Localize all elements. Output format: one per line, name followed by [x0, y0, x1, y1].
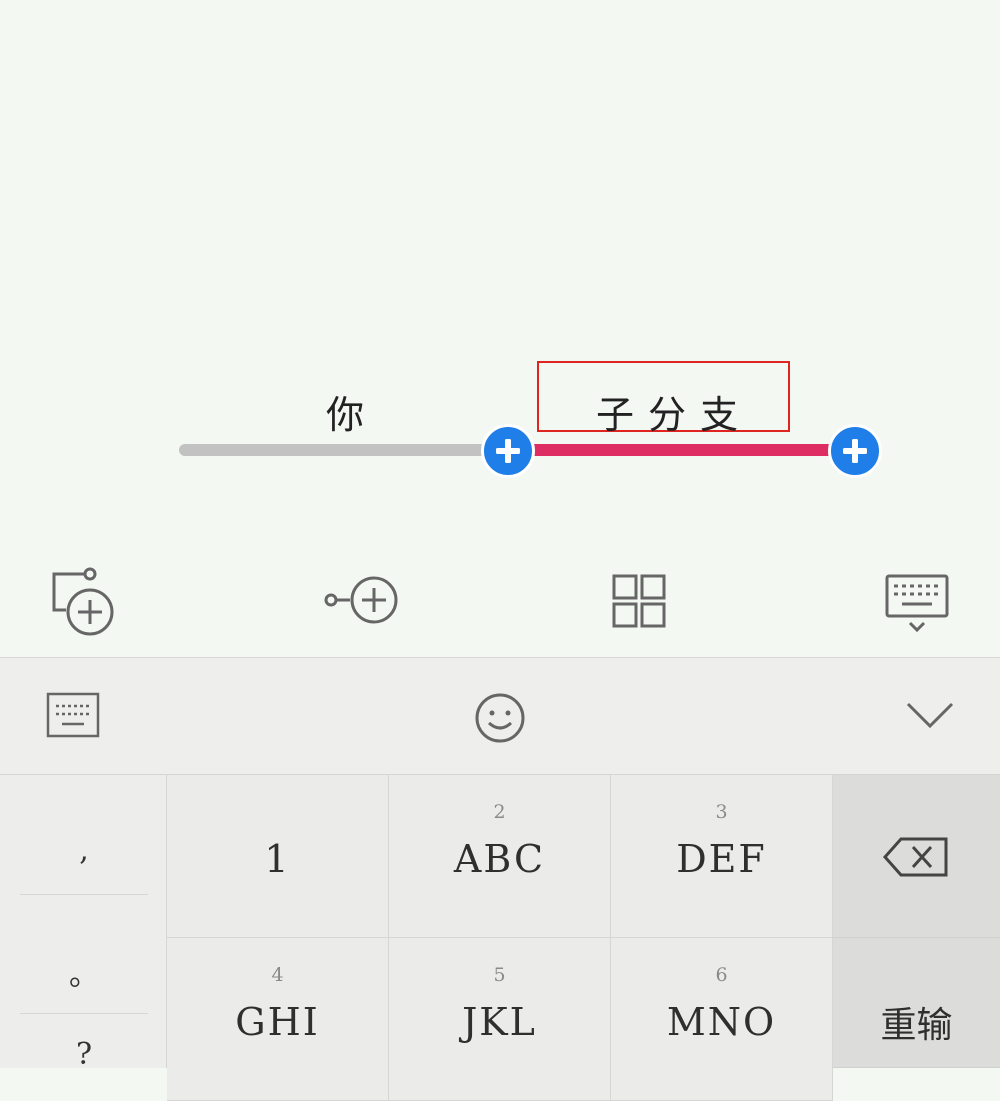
keyboard-icon	[885, 574, 949, 633]
add-node-button[interactable]	[481, 424, 535, 478]
key-3[interactable]: 3 DEF	[611, 775, 833, 938]
key-label: JKL	[462, 1000, 537, 1044]
divider	[20, 894, 148, 895]
add-sibling-icon	[324, 576, 398, 624]
mindmap-canvas[interactable]: 你 子分支	[0, 0, 1000, 657]
key-number: 6	[715, 964, 728, 986]
keyboard-topbar	[0, 657, 1000, 774]
add-subnode-button[interactable]	[44, 560, 124, 640]
key-label: ABC	[453, 837, 546, 881]
retype-key[interactable]: 重输	[833, 938, 1000, 1068]
add-node-button[interactable]	[828, 424, 882, 478]
key-number: 3	[715, 801, 728, 823]
layout-grid-icon	[612, 574, 666, 628]
symbol-column[interactable]: , 。 ?	[0, 775, 167, 1072]
key-label: GHI	[235, 1000, 320, 1044]
key-number: 5	[493, 964, 506, 986]
key-2[interactable]: 2 ABC	[389, 775, 611, 938]
key-number: 2	[493, 801, 506, 823]
add-subnode-icon	[52, 567, 114, 636]
keyboard-keys: , 。 ? 1 2 ABC 3 DEF 4 GHI 5 JKL 6 MNO 重输	[0, 774, 1000, 1101]
layout-button[interactable]	[598, 560, 678, 640]
show-keyboard-button[interactable]	[878, 560, 958, 640]
plus-icon	[496, 439, 520, 463]
key-6[interactable]: 6 MNO	[611, 938, 833, 1101]
key-number: 4	[271, 964, 284, 986]
add-sibling-button[interactable]	[320, 560, 400, 640]
key-5[interactable]: 5 JKL	[389, 938, 611, 1101]
symbol-period-key[interactable]: 。	[20, 950, 148, 994]
backspace-icon	[883, 837, 948, 877]
key-1[interactable]: 1	[167, 775, 389, 938]
emoji-button[interactable]	[470, 688, 530, 752]
symbol-comma-key[interactable]: ,	[20, 833, 148, 868]
key-4[interactable]: 4 GHI	[167, 938, 389, 1101]
child-node-text[interactable]: 子分支	[596, 384, 752, 439]
child-branch-line	[506, 444, 856, 456]
keyboard-icon	[46, 692, 100, 738]
divider	[20, 1013, 148, 1014]
root-node-text[interactable]: 你	[326, 384, 364, 439]
emoji-icon	[475, 693, 525, 743]
key-label: 1	[264, 837, 291, 881]
delete-key[interactable]	[833, 775, 1000, 938]
root-branch-line	[179, 444, 509, 456]
hide-keyboard-button[interactable]	[900, 694, 960, 738]
key-label: MNO	[666, 1000, 777, 1044]
retype-label: 重输	[880, 1005, 953, 1046]
keyboard-switch-button[interactable]	[44, 690, 102, 744]
key-label: DEF	[676, 837, 767, 881]
plus-icon	[843, 439, 867, 463]
chevron-down-icon	[906, 702, 954, 729]
